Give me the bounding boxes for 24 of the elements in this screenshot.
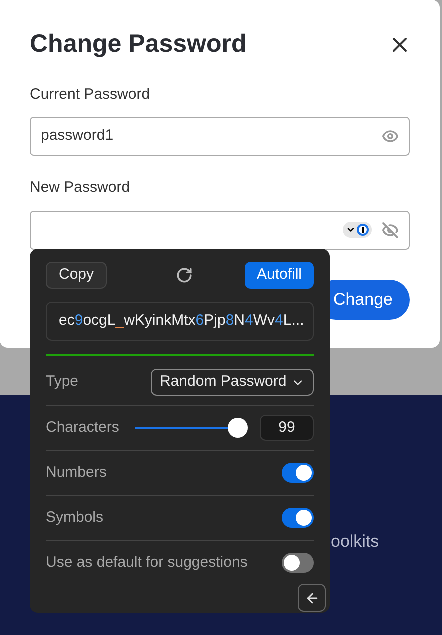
autofill-button[interactable]: Autofill [244,262,314,289]
hide-password-icon[interactable] [382,222,399,238]
toggle-switch[interactable] [282,553,314,573]
option-label: Type [46,372,79,392]
copy-button[interactable]: Copy [46,262,108,289]
option-label: Symbols [46,508,104,528]
option-label: Characters [46,418,120,438]
generated-password: ec9ocgL_wKyinkMtx6Pjp8N4Wv4L... [59,311,304,332]
type-dropdown[interactable]: Random Password [151,369,314,396]
toggle-switch[interactable] [282,463,314,483]
option-label: Numbers [46,462,107,483]
refresh-icon[interactable] [176,267,192,284]
length-input[interactable]: 99 [260,415,314,441]
back-button[interactable] [298,584,326,612]
field-label: New Password [30,178,132,198]
length-slider[interactable] [135,418,247,438]
field-label: Current Password [30,84,152,104]
option-label: Use as default for suggestions [46,552,248,573]
background-text: oolkits [331,532,380,551]
show-password-icon[interactable] [382,128,399,145]
password-field[interactable]: password1 [30,117,410,156]
toggle-switch[interactable] [282,508,314,528]
dialog-title: Change Password [30,29,247,60]
password-manager-icon[interactable] [343,222,372,238]
